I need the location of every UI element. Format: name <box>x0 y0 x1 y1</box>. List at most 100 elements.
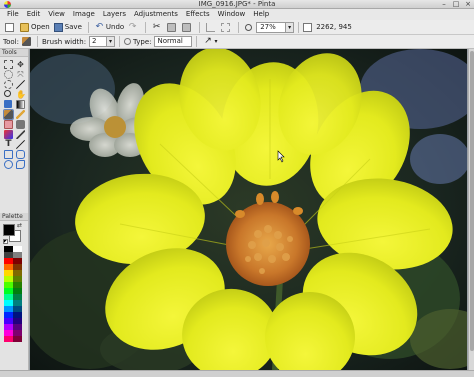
color-picker-icon[interactable] <box>16 130 25 139</box>
primary-color-swatch[interactable] <box>3 224 15 236</box>
maximize-button[interactable]: □ <box>452 1 460 8</box>
deselect-icon <box>221 22 231 32</box>
deselect-button[interactable] <box>219 21 234 34</box>
new-button[interactable] <box>3 21 18 34</box>
vertical-scrollbar[interactable] <box>468 49 474 370</box>
line-curve-icon[interactable] <box>16 140 25 149</box>
tool-label: Tool: <box>3 37 19 46</box>
menu-help[interactable]: Help <box>249 9 273 20</box>
undo-button[interactable]: ↶ Undo <box>93 21 126 34</box>
zoom-input[interactable]: 27% <box>256 21 287 33</box>
antialiasing-icon <box>124 38 132 45</box>
tools-panel: Tools ✥ ⤧ ✋ T <box>0 49 29 213</box>
blend-type-select[interactable]: Normal <box>154 36 193 47</box>
menu-layers[interactable]: Layers <box>99 9 130 20</box>
toolbar-separator <box>36 36 38 47</box>
paintbrush-tool-icon[interactable] <box>3 109 14 120</box>
close-button[interactable]: × <box>464 1 472 8</box>
zoom-tool-icon[interactable] <box>4 90 11 97</box>
toolbar-separator <box>119 36 121 47</box>
image-size: 2262, 945 <box>316 23 352 31</box>
toolbar-separator <box>238 21 240 33</box>
open-label: Open <box>31 23 50 31</box>
undo-icon: ↶ <box>95 21 104 32</box>
freeform-shape-icon[interactable] <box>16 160 25 169</box>
tools-panel-title: Tools <box>0 49 28 57</box>
folder-icon <box>20 22 29 32</box>
undo-label: Undo <box>105 23 125 31</box>
resize-image-icon <box>303 22 313 32</box>
scrollbar-thumb[interactable] <box>470 51 474 351</box>
type-label: Type: <box>133 37 152 46</box>
status-bar <box>0 370 474 377</box>
toolbar-separator <box>196 36 198 47</box>
paint-bucket-icon[interactable] <box>4 100 12 108</box>
copy-button[interactable] <box>165 21 180 34</box>
palette-swatch[interactable] <box>13 336 22 342</box>
magic-wand-icon[interactable] <box>16 80 25 89</box>
menu-file[interactable]: File <box>3 9 23 20</box>
recolor-icon[interactable] <box>4 130 13 139</box>
zoom-icon <box>245 23 253 31</box>
curve-icon: ↗ <box>204 36 212 46</box>
redo-button[interactable]: ↷ <box>126 21 141 34</box>
lasso-select-icon[interactable] <box>4 70 13 79</box>
brush-width-input[interactable]: 2 <box>89 36 108 47</box>
eraser-icon[interactable] <box>4 120 13 129</box>
swap-colors-icon[interactable]: ⇄ <box>17 223 23 229</box>
rectangle-icon[interactable] <box>4 150 13 159</box>
menu-image[interactable]: Image <box>69 9 99 20</box>
move-selected-icon[interactable]: ✥ <box>16 60 25 69</box>
reset-colors-icon[interactable] <box>3 239 8 244</box>
rounded-rectangle-icon[interactable] <box>16 150 25 159</box>
image-canvas[interactable] <box>30 49 467 370</box>
toolbar-separator <box>199 21 201 33</box>
brush-width-dropdown[interactable]: ▾ <box>107 36 116 47</box>
move-selection-icon[interactable]: ⤧ <box>16 70 25 79</box>
brush-width-label: Brush width: <box>41 37 87 46</box>
rectangle-select-icon[interactable] <box>4 60 13 69</box>
color-palette[interactable] <box>4 246 22 354</box>
palette-panel-title: Palette <box>0 213 28 221</box>
new-file-icon <box>5 22 14 32</box>
zoom-dropdown-button[interactable]: ▾ <box>286 21 295 33</box>
toolbar-separator <box>145 21 147 33</box>
pan-icon[interactable]: ✋ <box>16 90 26 99</box>
menu-window[interactable]: Window <box>214 9 250 20</box>
ellipse-select-icon[interactable] <box>4 80 13 89</box>
pencil-icon[interactable] <box>16 110 25 119</box>
crop-icon <box>206 22 216 32</box>
alpha-blending-button[interactable]: ↗ ▾ <box>201 35 219 48</box>
zoom-out-button[interactable] <box>243 21 256 34</box>
open-button[interactable]: Open <box>18 21 52 34</box>
toolbar-separator <box>298 21 300 33</box>
main-toolbar: Open Save ↶ Undo ↷ ✂ 27% ▾ 2262, 945 <box>0 20 474 35</box>
cut-button[interactable]: ✂ <box>150 21 165 34</box>
paste-icon <box>182 22 192 32</box>
save-icon <box>53 22 63 32</box>
canvas-area[interactable] <box>29 49 474 370</box>
menu-edit[interactable]: Edit <box>23 9 45 20</box>
menu-effects[interactable]: Effects <box>182 9 214 20</box>
scissors-icon: ✂ <box>152 21 161 32</box>
title-bar: IMG_0916.JPG* - Pinta – □ × <box>0 0 474 9</box>
redo-icon: ↷ <box>128 21 137 32</box>
save-button[interactable]: Save <box>52 21 84 34</box>
window-title: IMG_0916.JPG* - Pinta <box>198 0 276 8</box>
gradient-icon[interactable] <box>16 100 25 109</box>
paintbrush-icon <box>21 37 31 46</box>
menu-adjustments[interactable]: Adjustments <box>130 9 182 20</box>
paste-button[interactable] <box>180 21 195 34</box>
menu-bar: File Edit View Image Layers Adjustments … <box>0 9 474 20</box>
minimize-button[interactable]: – <box>440 1 448 8</box>
text-icon[interactable]: T <box>4 140 13 149</box>
flower-photo <box>30 49 467 370</box>
ellipse-icon[interactable] <box>4 160 13 169</box>
clone-stamp-icon[interactable] <box>16 120 25 129</box>
toolbar-separator <box>87 21 89 33</box>
menu-view[interactable]: View <box>44 9 69 20</box>
copy-icon <box>167 22 177 32</box>
palette-swatch[interactable] <box>4 336 13 342</box>
crop-button[interactable] <box>204 21 219 34</box>
tool-options-bar: Tool: Brush width: 2 ▾ Type: Normal ↗ ▾ <box>0 35 474 49</box>
